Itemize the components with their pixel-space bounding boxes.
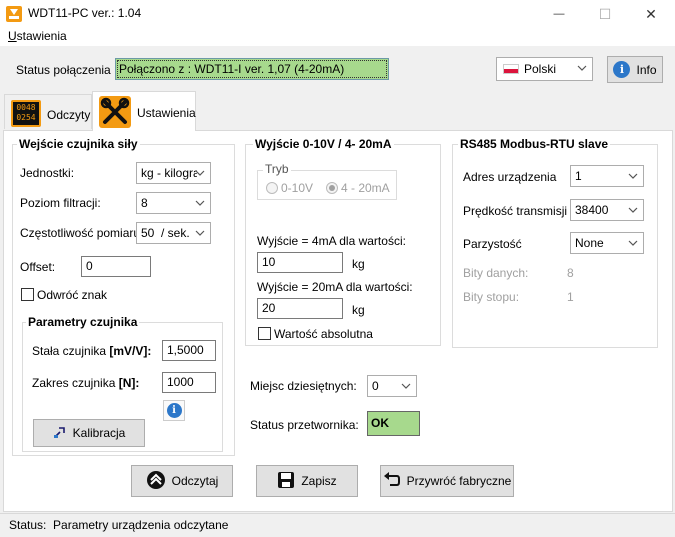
info-button-label: Info — [636, 62, 657, 77]
frequency-select[interactable]: 50 / sek. — [136, 222, 211, 244]
device-address-label: Adres urządzenia — [463, 170, 557, 184]
stop-bits-value: 1 — [567, 290, 574, 304]
info-icon: i — [613, 61, 631, 78]
sensor-range-label: Zakres czujnika [N]: — [32, 376, 140, 390]
chevron-down-icon — [194, 196, 206, 210]
chevron-down-icon — [400, 379, 412, 393]
chevron-down-icon — [627, 169, 639, 183]
menu-settings[interactable]: Ustawienia — [8, 29, 67, 43]
baud-rate-select[interactable]: 38400 — [570, 199, 644, 221]
maximize-button[interactable]: ☐ — [582, 0, 628, 28]
menu-bar: Ustawienia — [0, 28, 675, 46]
tab-settings[interactable]: Ustawienia — [92, 91, 196, 131]
poland-flag-icon — [503, 64, 519, 74]
absolute-value-label: Wartość absolutna — [274, 327, 373, 341]
stop-bits-label: Bity stopu: — [463, 290, 520, 304]
output-20ma-unit: kg — [352, 303, 365, 317]
frequency-label: Częstotliwość pomiaru: — [20, 226, 144, 240]
data-bits-value: 8 — [567, 266, 574, 280]
output-20ma-label: Wyjście = 20mA dla wartości: — [257, 280, 413, 294]
filter-select[interactable]: 8 — [136, 192, 211, 214]
mode-0-10v-label: 0-10V — [281, 181, 314, 195]
mode-radio-4-20ma[interactable] — [326, 182, 338, 194]
tab-readings[interactable]: 0048 0254 Odczyty — [4, 94, 92, 129]
maximize-icon: ☐ — [598, 5, 612, 22]
language-value: Polski — [524, 62, 557, 76]
calibrate-icon — [53, 425, 67, 442]
data-bits-label: Bity danych: — [463, 266, 529, 280]
invert-sign-checkbox[interactable] — [21, 288, 34, 301]
analog-output-title: Wyjście 0-10V / 4- 20mA — [253, 137, 394, 151]
read-icon — [146, 470, 166, 493]
read-button[interactable]: Odczytaj — [131, 465, 233, 497]
baud-rate-label: Prędkość transmisji — [463, 204, 568, 218]
status-bar: Status: Parametry urządzenia odczytane — [0, 513, 675, 537]
output-4ma-label: Wyjście = 4mA dla wartości: — [257, 234, 406, 248]
save-button[interactable]: Zapisz — [256, 465, 358, 497]
invert-sign-label: Odwróć znak — [37, 288, 108, 302]
chevron-down-icon — [194, 226, 206, 240]
tools-icon — [99, 96, 131, 128]
chevron-down-icon — [627, 203, 639, 217]
language-select[interactable]: Polski — [496, 57, 593, 81]
info-icon: i — [166, 403, 182, 418]
app-icon — [6, 6, 22, 22]
output-4ma-input[interactable]: 10 — [257, 252, 343, 273]
info-button[interactable]: i Info — [607, 56, 663, 83]
filter-label: Poziom filtracji: — [20, 196, 101, 210]
status-bar-text: Status: Parametry urządzenia odczytane — [9, 518, 229, 532]
converter-status-label: Status przetwornika: — [250, 418, 359, 432]
window-title: WDT11-PC ver.: 1.04 — [28, 6, 142, 20]
save-icon — [277, 471, 295, 492]
offset-label: Offset: — [20, 260, 56, 274]
decimals-select[interactable]: 0 — [367, 375, 417, 397]
offset-input[interactable]: 0 — [81, 256, 151, 277]
modbus-title: RS485 Modbus-RTU slave — [458, 137, 611, 151]
close-icon: ✕ — [645, 5, 657, 22]
decimals-label: Miejsc dziesiętnych: — [250, 379, 357, 393]
sensor-input-title: Wejście czujnika siły — [17, 137, 140, 151]
sensor-constant-label: Stała czujnika [mV/V]: — [32, 344, 152, 358]
converter-status-value: OK — [367, 411, 420, 436]
parity-select[interactable]: None — [570, 232, 644, 254]
chevron-down-icon — [627, 236, 639, 250]
close-button[interactable]: ✕ — [628, 0, 674, 28]
output-20ma-input[interactable]: 20 — [257, 298, 343, 319]
chevron-down-icon — [576, 61, 588, 75]
tab-settings-label: Ustawienia — [137, 106, 196, 120]
connection-status-field: Połączono z : WDT11-I ver. 1,07 (4-20mA) — [115, 58, 389, 80]
connection-status-label: Status połączenia — [16, 63, 111, 77]
lcd-display-icon: 0048 0254 — [11, 100, 41, 127]
sensor-info-button[interactable]: i — [163, 400, 185, 421]
parity-label: Parzystość — [463, 237, 522, 251]
units-label: Jednostki: — [20, 166, 75, 180]
tab-readings-label: Odczyty — [47, 108, 91, 122]
units-select[interactable]: kg - kilogra — [136, 162, 211, 184]
device-address-select[interactable]: 1 — [570, 165, 644, 187]
sensor-range-input[interactable]: 1000 — [162, 372, 216, 393]
chevron-down-icon — [194, 166, 206, 180]
sensor-constant-input[interactable]: 1,5000 — [162, 340, 216, 361]
absolute-value-checkbox[interactable] — [258, 327, 271, 340]
sensor-params-title: Parametry czujnika — [26, 315, 140, 329]
mode-4-20ma-label: 4 - 20mA — [341, 181, 390, 195]
title-bar: WDT11-PC ver.: 1.04 — ☐ ✕ — [0, 0, 675, 28]
mode-radio-0-10v[interactable] — [266, 182, 278, 194]
restore-defaults-button[interactable]: Przywróć fabryczne — [380, 465, 514, 497]
mode-label: Tryb — [263, 162, 291, 176]
calibrate-button[interactable]: Kalibracja — [33, 419, 145, 447]
output-4ma-unit: kg — [352, 257, 365, 271]
undo-icon — [383, 471, 401, 491]
minimize-icon: — — [553, 8, 565, 20]
minimize-button[interactable]: — — [536, 0, 582, 28]
